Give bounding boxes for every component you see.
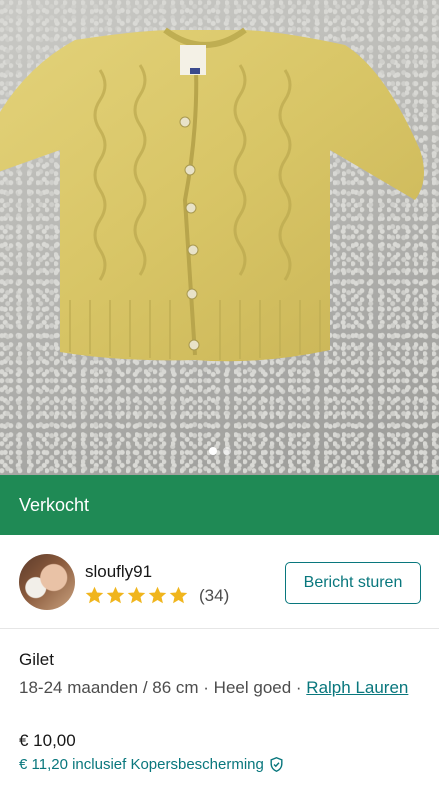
product-photo[interactable] [0, 0, 439, 475]
sold-status-label: Verkocht [19, 494, 90, 515]
item-meta: 18-24 maanden / 86 cm · Heel goed · Ralp… [19, 675, 419, 700]
seller-rating[interactable]: (34) [84, 585, 229, 606]
meta-separator: · [291, 678, 307, 697]
brand-link[interactable]: Ralph Lauren [306, 678, 408, 697]
shield-check-icon[interactable] [268, 756, 285, 773]
item-price: € 10,00 [19, 731, 76, 750]
send-message-button[interactable]: Bericht sturen [285, 562, 421, 604]
sold-status-banner: Verkocht [0, 475, 439, 535]
item-condition: Heel goed [213, 678, 292, 697]
meta-separator: · [198, 678, 214, 697]
avatar[interactable] [19, 554, 75, 610]
seller-username[interactable]: sloufly91 [85, 562, 152, 582]
buyer-protection-price[interactable]: € 11,20 inclusief Kopersbescherming [19, 756, 419, 773]
carousel-dot[interactable] [222, 447, 231, 455]
star-icon [147, 585, 168, 606]
seller-section[interactable]: sloufly91 (34) Bericht sturen [0, 535, 439, 629]
review-count: (34) [199, 585, 230, 605]
cardigan-image [0, 27, 424, 362]
star-icon [126, 585, 147, 606]
star-icon [84, 585, 105, 606]
star-icon [105, 585, 126, 606]
item-title: Gilet [19, 650, 54, 669]
item-details: Gilet 18-24 maanden / 86 cm · Heel goed … [19, 650, 419, 773]
carousel-dot-active[interactable] [208, 447, 217, 455]
item-size: 18-24 maanden / 86 cm [19, 678, 199, 697]
star-icon [168, 585, 189, 606]
carousel-dots[interactable] [0, 447, 439, 455]
protection-price-label[interactable]: € 11,20 inclusief Kopersbescherming [19, 756, 264, 773]
